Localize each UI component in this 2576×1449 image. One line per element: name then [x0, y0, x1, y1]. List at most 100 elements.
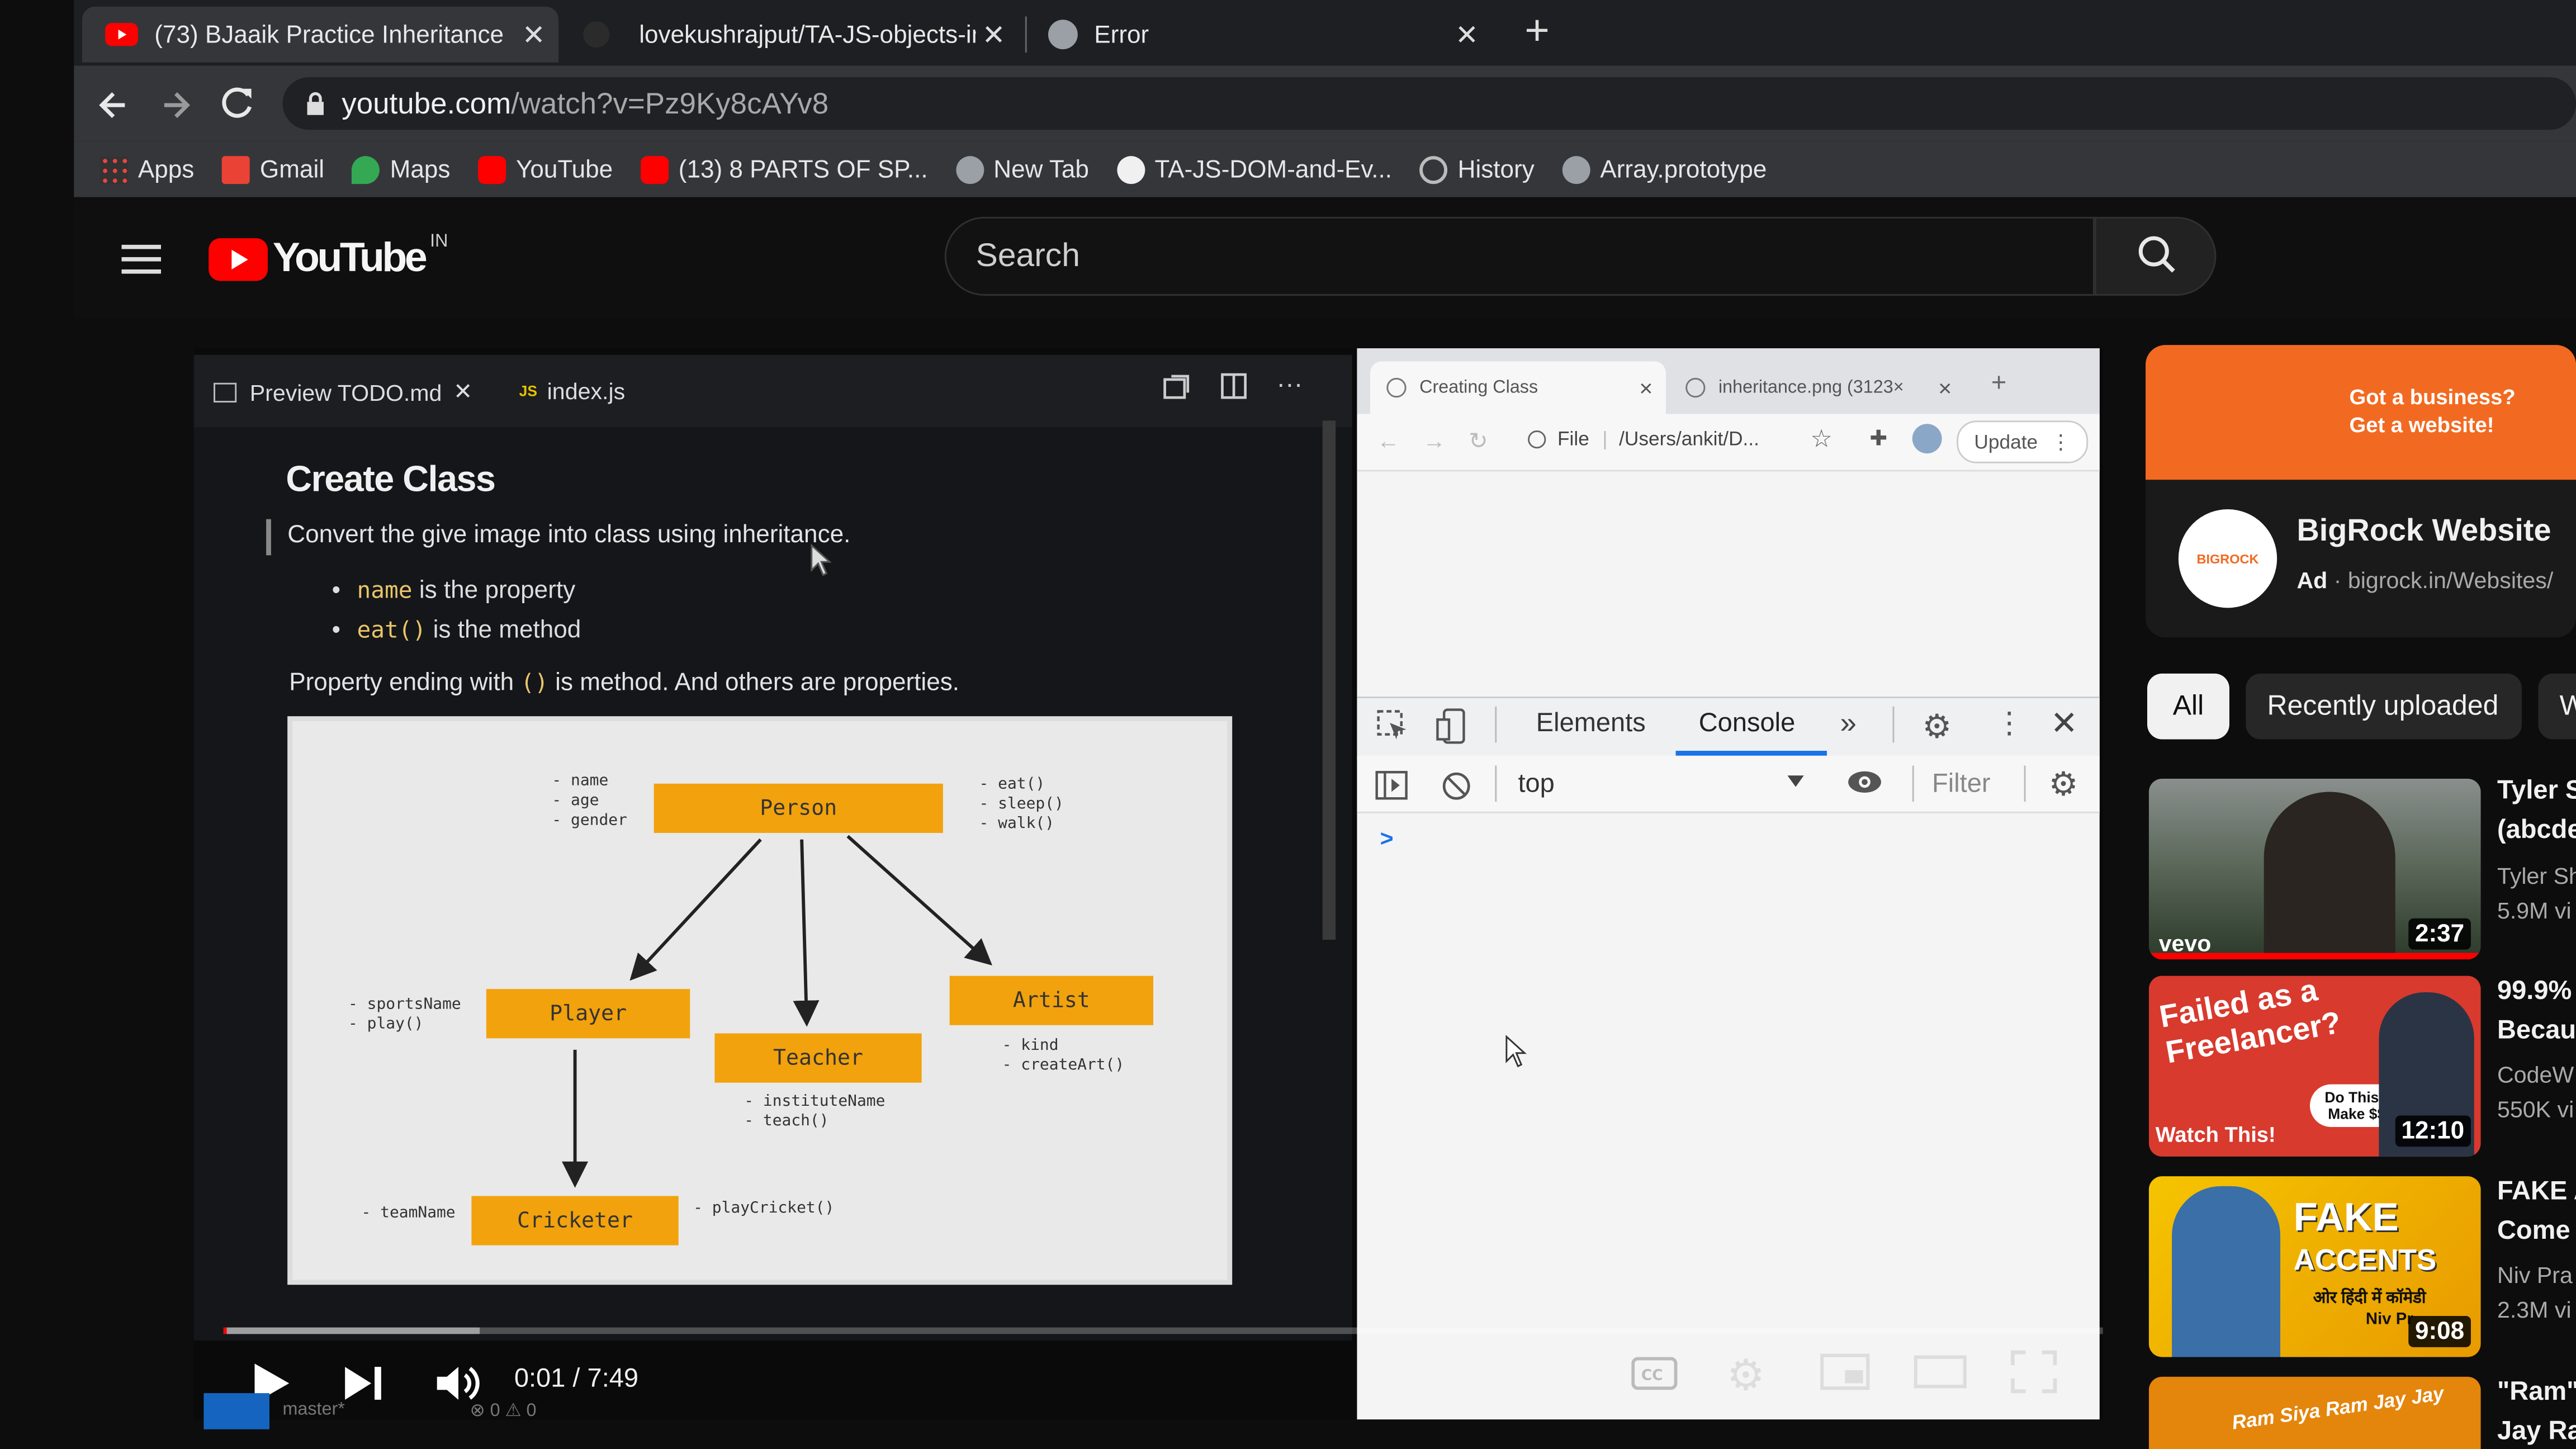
thumbnail-person	[2172, 1186, 2281, 1357]
ad-banner-line2: Get a website!	[2349, 412, 2494, 437]
globe-icon	[955, 155, 984, 183]
bookmark-array-prototype[interactable]: Array.prototype	[1562, 155, 1767, 183]
tab-error[interactable]: Error ✕	[1035, 7, 1491, 63]
fullscreen-button[interactable]	[2011, 1350, 2057, 1394]
context-select: top	[1518, 770, 1555, 799]
node-player: Player	[486, 989, 690, 1039]
devtools-separator	[1912, 765, 1914, 802]
svg-text:CC: CC	[1641, 1367, 1663, 1384]
volume-icon	[437, 1367, 480, 1400]
subtitles-button[interactable]: CC	[1631, 1357, 1678, 1390]
bookmark-apps[interactable]: Apps	[100, 155, 194, 183]
video-title[interactable]: "Ram" Jay Ra	[2497, 1374, 2576, 1449]
inner-tab-inheritance-png: inheritance.png (3123× ×	[1676, 362, 1965, 414]
ad-meta: Ad · bigrock.in/Websites/	[2296, 566, 2554, 593]
devtools-tab-console: Console	[1698, 709, 1796, 738]
fullscreen-icon	[2011, 1350, 2057, 1394]
bookmark-maps[interactable]: Maps	[352, 155, 450, 183]
progress-loaded	[226, 1327, 480, 1334]
bookmark-parts-of-speech[interactable]: (13) 8 PARTS OF SP...	[641, 155, 928, 183]
youtube-favicon-icon	[105, 23, 138, 46]
youtube-logo[interactable]: YouTube IN	[209, 231, 448, 282]
close-tab-icon[interactable]: ✕	[982, 20, 1006, 53]
video-thumbnail[interactable]: Failed as a Freelancer? Watch This! Do Th…	[2148, 976, 2481, 1157]
ad-banner[interactable]: Got a business? Get a website!	[2146, 345, 2576, 480]
js-file-icon: JS	[519, 382, 538, 400]
ad-url: bigrock.in/Websites/	[2347, 566, 2554, 593]
video-meta: CodeW 550K vi	[2497, 1061, 2574, 1123]
blockquote-bar	[266, 519, 271, 556]
devtools-separator	[2024, 765, 2026, 802]
bullet-item: • eat() is the method	[332, 616, 581, 645]
video-thumbnail[interactable]: FAKE ACCENTS ओर हिंदी में कॉमेडी Niv Pr 9…	[2148, 1176, 2481, 1357]
devtools-tab-elements: Elements	[1536, 709, 1646, 738]
bookmark-history[interactable]: History	[1420, 155, 1535, 183]
tab-github[interactable]: lovekushrajput/TA-JS-objects-in- ✕	[567, 7, 1019, 63]
inner-new-tab-icon: +	[1991, 370, 2007, 398]
close-tab-icon[interactable]: ✕	[522, 20, 546, 53]
video-title[interactable]: FAKE ACome	[2497, 1173, 2576, 1252]
video-title[interactable]: 99.9% Becau	[2497, 973, 2576, 1052]
ad-banner-line1: Got a business?	[2349, 384, 2516, 409]
lock-icon	[306, 91, 325, 116]
settings-gear-icon: ⚙	[1726, 1350, 1765, 1400]
reload-icon[interactable]	[220, 86, 257, 122]
maps-pin-icon	[352, 155, 380, 183]
bookmark-youtube[interactable]: YouTube	[478, 155, 613, 183]
gmail-icon	[222, 155, 250, 183]
next-button[interactable]	[342, 1363, 384, 1403]
thumbnail-text: Ram Siya Ram Jay Jay	[2230, 1381, 2446, 1434]
theater-mode-button[interactable]	[1914, 1355, 1967, 1389]
note-player: - sportsName - play()	[348, 995, 461, 1034]
url-path: /watch?v=Pz9Ky8cAYv8	[511, 86, 829, 120]
volume-button[interactable]	[434, 1362, 483, 1404]
forward-arrow-icon[interactable]	[158, 87, 194, 124]
mouse-cursor-icon	[810, 543, 833, 577]
node-cricketer: Cricketer	[471, 1196, 679, 1246]
settings-button[interactable]: ⚙	[1727, 1351, 1765, 1401]
close-icon: ×	[1938, 375, 1952, 401]
tab-title: lovekushrajput/TA-JS-objects-in-	[639, 20, 976, 49]
status-problems: ⊗ 0 ⚠ 0	[470, 1401, 537, 1422]
ad-title[interactable]: BigRock Website	[2296, 514, 2551, 551]
miniplayer-button[interactable]	[1820, 1353, 1870, 1390]
globe-icon	[1562, 155, 1590, 183]
search-icon	[2138, 236, 2175, 273]
thumbnail-person	[2264, 792, 2395, 960]
search-button[interactable]	[2094, 216, 2217, 296]
video-thumbnail[interactable]: Ram Siya Ram Jay Jay	[2148, 1376, 2481, 1449]
video-meta: Niv Pra 2.3M vi	[2497, 1261, 2573, 1323]
node-person: Person	[654, 783, 943, 833]
bookmark-ta-js-dom[interactable]: TA-JS-DOM-and-Ev...	[1116, 155, 1392, 183]
video-thumbnail[interactable]: vevo 2:37	[2148, 778, 2481, 960]
close-tab-icon[interactable]: ✕	[1455, 20, 1479, 53]
chip-more[interactable]: W	[2538, 673, 2576, 740]
editor-scrollbar[interactable]	[1322, 420, 1336, 940]
preview-icon	[214, 382, 237, 402]
chip-all[interactable]: All	[2147, 673, 2229, 740]
thumbnail-name: Niv Pr	[2365, 1311, 2413, 1329]
ad-badge: Ad	[2296, 566, 2328, 593]
hamburger-menu-icon[interactable]	[121, 243, 162, 276]
tab-title: (73) BJaaik Practice Inheritance -	[154, 20, 508, 49]
chip-recently-uploaded[interactable]: Recently uploaded	[2246, 673, 2522, 740]
address-bar[interactable]: youtube.com/watch?v=Pz9Ky8cAYv8	[282, 77, 2576, 130]
console-settings-icon: ⚙	[2048, 767, 2078, 804]
video-progress-bar[interactable]	[223, 1327, 2103, 1334]
editor-tab-preview: Preview TODO.md ✕	[214, 378, 473, 406]
extensions-icon: ✚	[1869, 425, 1888, 451]
note-teacher: - instituteName - teach()	[744, 1092, 886, 1130]
search-input[interactable]: Search	[944, 216, 2095, 296]
note-person-methods: - eat() - sleep() - walk()	[979, 775, 1064, 833]
update-button: Update ⋮	[1957, 420, 2089, 463]
globe-icon	[1386, 377, 1407, 398]
globe-icon	[1685, 377, 1706, 398]
more-tabs-icon: »	[1840, 706, 1857, 740]
github-icon	[1116, 155, 1145, 183]
video-title[interactable]: Tyler S (abcde	[2497, 772, 2576, 851]
new-tab-button[interactable]: +	[1524, 5, 1550, 56]
tab-youtube[interactable]: (73) BJaaik Practice Inheritance - ✕	[82, 6, 559, 63]
bookmark-new-tab[interactable]: New Tab	[955, 155, 1089, 183]
bookmark-gmail[interactable]: Gmail	[222, 155, 324, 183]
back-arrow-icon[interactable]	[95, 87, 131, 124]
